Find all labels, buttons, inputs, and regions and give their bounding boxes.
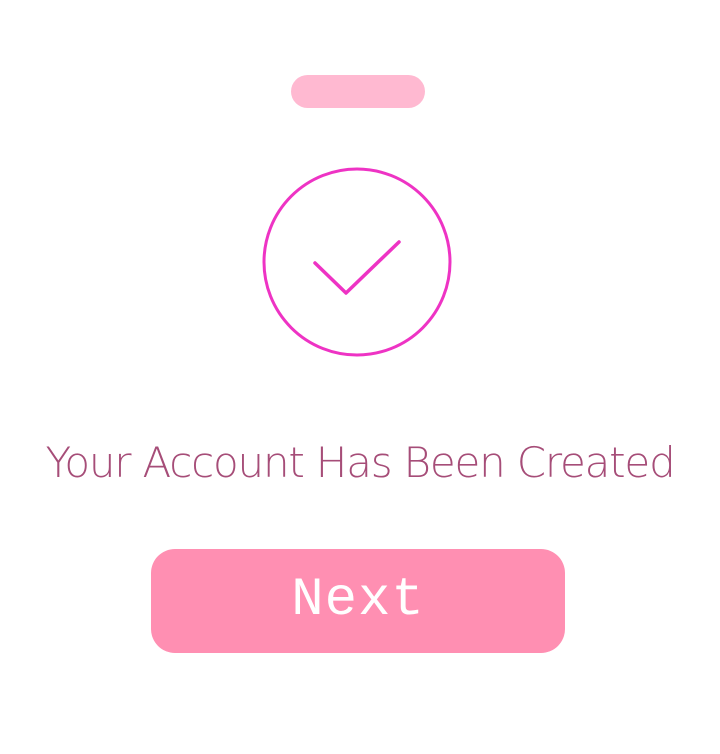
next-button[interactable]: Next xyxy=(151,549,565,653)
icon-circle xyxy=(262,167,452,357)
icon-check xyxy=(313,240,401,295)
account-created-heading: Your Account Has Been Created xyxy=(45,438,675,487)
next-button-label: Next xyxy=(291,570,425,631)
checkmark-circle-icon xyxy=(261,167,453,357)
drag-handle[interactable] xyxy=(291,75,425,108)
